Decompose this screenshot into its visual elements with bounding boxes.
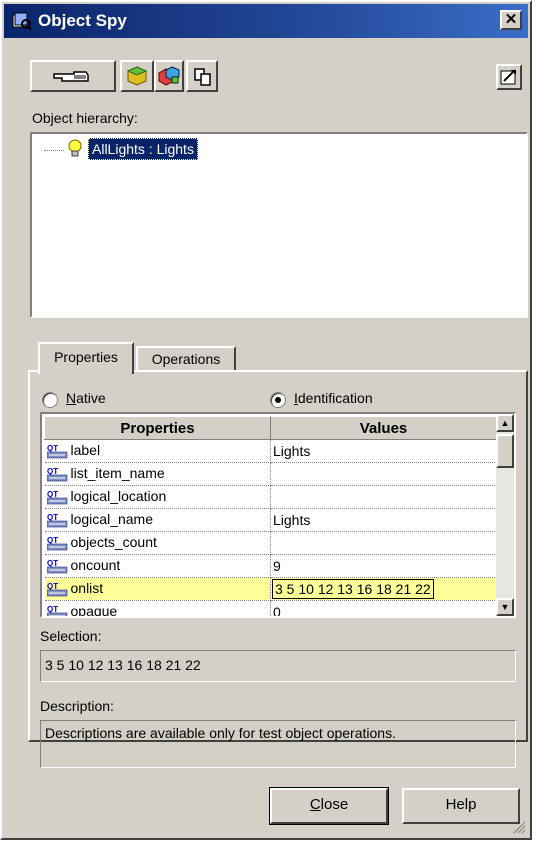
table-row[interactable]: QT onlist 3 5 10 12 13 16 18 21 22 [44,577,497,601]
property-value: 0 [273,604,281,618]
identification-radio-label[interactable]: Identification [294,390,373,406]
property-value: Lights [273,443,311,459]
test-object-property-icon: QT [46,444,67,458]
values-column-header[interactable]: Values [270,416,497,440]
property-value: 3 5 10 12 13 16 18 21 22 [272,579,434,599]
native-radio-label[interactable]: Native [66,390,106,406]
test-object-property-icon: QT [46,559,67,573]
tab-properties[interactable]: Properties [38,342,134,374]
property-cell[interactable]: QT label [44,439,271,463]
value-cell[interactable]: Lights [270,508,497,532]
test-object-property-icon: QT [46,605,67,616]
property-value: 9 [273,558,281,574]
test-object-property-icon: QT [46,467,67,481]
close-button[interactable]: Close [269,787,389,825]
test-object-property-icon: QT [46,536,67,550]
title-bar[interactable]: Object Spy ✕ [4,4,528,38]
table-row[interactable]: QT objects_count [44,531,497,555]
property-cell[interactable]: QT opaque [44,600,271,618]
lightbulb-icon [68,139,82,157]
pointing-hand-icon [53,71,89,82]
svg-text:QT: QT [47,536,58,545]
value-cell[interactable]: 0 [270,600,497,618]
svg-text:QT: QT [47,513,58,522]
close-icon[interactable]: ✕ [500,10,522,30]
svg-text:QT: QT [47,490,58,499]
vertical-scrollbar[interactable]: ▲ ▼ [496,414,514,616]
selection-label: Selection: [40,628,102,644]
value-cell[interactable]: 3 5 10 12 13 16 18 21 22 [270,577,497,601]
description-label: Description: [40,698,114,714]
table-row[interactable]: QT list_item_name [44,462,497,486]
test-object-property-icon: QT [46,582,67,596]
svg-text:QT: QT [47,582,58,591]
keep-on-top-icon [500,69,516,85]
property-name: onlist [70,580,104,597]
keep-on-top-button[interactable] [496,64,522,90]
identification-radio[interactable] [270,392,286,408]
svg-text:QT: QT [47,559,58,568]
object-spy-icon [12,12,32,31]
value-cell[interactable]: Lights [270,439,497,463]
description-field: Descriptions are available only for test… [40,720,516,768]
property-cell[interactable]: QT logical_name [44,508,271,532]
property-name: list_item_name [70,465,165,482]
property-cell[interactable]: QT list_item_name [44,462,271,486]
property-name: objects_count [70,534,157,551]
value-cell[interactable] [270,531,497,555]
tree-connector [44,150,64,151]
property-name: label [70,442,101,459]
run-time-object-button[interactable] [120,60,154,92]
window-title: Object Spy [38,11,127,30]
svg-text:QT: QT [47,444,58,453]
value-cell[interactable] [270,485,497,509]
scroll-thumb[interactable] [496,434,514,468]
property-name: opaque [70,603,118,618]
scroll-down-button[interactable]: ▼ [496,598,514,616]
property-name: logical_name [70,511,154,528]
tab-operations[interactable]: Operations [136,346,236,372]
table-row[interactable]: QT opaque 0 [44,600,497,618]
table-row[interactable]: QT oncount 9 [44,554,497,578]
properties-table: Properties Values QT label Lights QT list_it… [44,416,497,618]
pointing-hand-button[interactable] [30,60,116,92]
test-object-icon [158,66,180,86]
table-row[interactable]: QT logical_location [44,485,497,509]
test-object-property-icon: QT [46,513,67,527]
object-hierarchy-tree[interactable]: AllLights : Lights [30,132,528,318]
properties-grid[interactable]: Properties Values QT label Lights QT list_it… [40,412,516,618]
tree-item-alllights[interactable]: AllLights : Lights [88,138,198,160]
property-cell[interactable]: QT oncount [44,554,271,578]
svg-text:QT: QT [47,467,58,476]
properties-column-header[interactable]: Properties [44,416,271,440]
selection-field: 3 5 10 12 13 16 18 21 22 [40,650,516,682]
property-cell[interactable]: QT objects_count [44,531,271,555]
test-object-button[interactable] [154,60,184,92]
value-cell[interactable]: 9 [270,554,497,578]
value-cell[interactable] [270,462,497,486]
resize-grip-icon[interactable] [512,820,526,834]
copy-icon [194,68,211,86]
run-time-object-icon [126,66,148,86]
table-row[interactable]: QT label Lights [44,439,497,463]
property-cell[interactable]: QT onlist [44,577,271,601]
object-spy-window: Object Spy ✕ Object hierarchy: AllLights… [0,0,532,840]
scroll-up-button[interactable]: ▲ [496,414,514,432]
help-button[interactable]: Help [402,788,520,824]
object-hierarchy-label: Object hierarchy: [32,110,138,126]
table-row[interactable]: QT logical_name Lights [44,508,497,532]
copy-button[interactable] [186,60,218,92]
property-value: Lights [273,512,311,528]
test-object-property-icon: QT [46,490,67,504]
svg-text:QT: QT [47,605,58,614]
tree-item-label: AllLights : Lights [92,141,194,157]
native-radio[interactable] [42,392,58,408]
property-cell[interactable]: QT logical_location [44,485,271,509]
property-name: oncount [70,557,121,574]
property-name: logical_location [70,488,167,505]
